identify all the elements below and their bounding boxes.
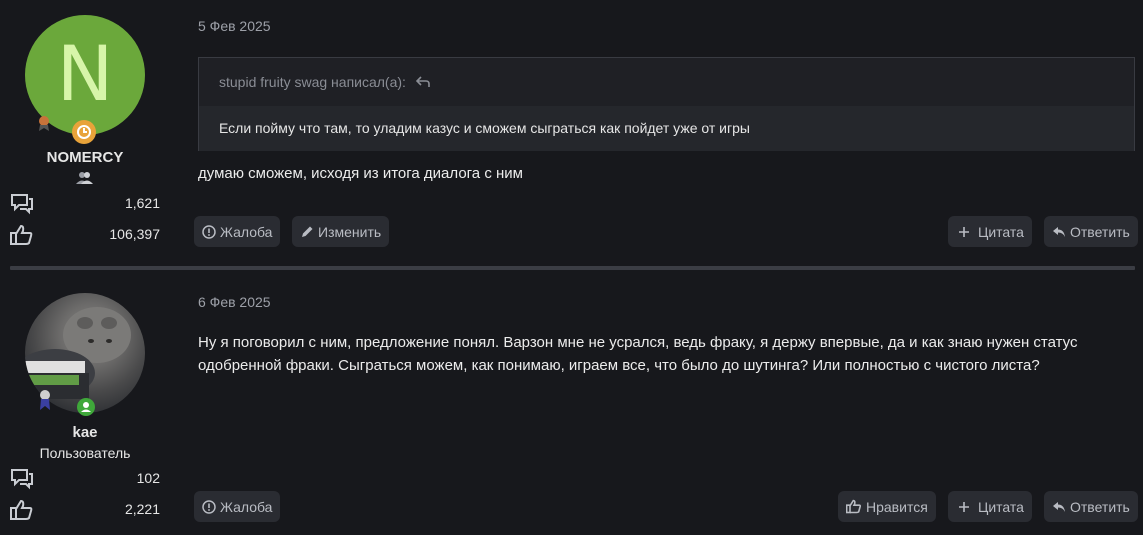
reply-button[interactable]: Ответить [1044, 216, 1138, 247]
report-button[interactable]: Жалоба [194, 216, 281, 247]
post-nomercy: N NOMERCY 1,621 106,397 5 Фев 2025 stupi… [0, 0, 1143, 262]
message-body: думаю сможем, исходя из итога диалога с … [198, 165, 523, 182]
quote-header[interactable]: stupid fruity swag написал(а): [199, 58, 1134, 106]
award-badge-icon[interactable] [36, 114, 52, 132]
edit-button[interactable]: Изменить [292, 216, 390, 247]
messages-count: 1,621 [124, 195, 160, 211]
avatar-letter: N [56, 29, 114, 118]
reactions-count: 2,221 [124, 501, 160, 517]
messages-stat: 1,621 [10, 193, 160, 215]
username[interactable]: NOMERCY [0, 149, 170, 166]
reactions-count: 106,397 [109, 226, 160, 242]
quote-button[interactable]: Цитата [948, 216, 1032, 247]
post-kae: kae Пользователь 102 2,221 6 Фев 2025 Ну… [0, 276, 1143, 535]
messages-icon [10, 468, 34, 493]
thumbs-up-icon [10, 499, 34, 524]
post-date[interactable]: 6 Фев 2025 [198, 294, 271, 310]
report-label: Жалоба [220, 223, 273, 240]
group-icon [76, 171, 93, 190]
message-body: Ну я поговорил с ним, предложение понял.… [198, 334, 1078, 374]
award-badge-icon[interactable] [37, 389, 53, 411]
report-icon [202, 224, 216, 239]
plus-icon [959, 226, 969, 237]
report-icon [202, 499, 216, 514]
rank-badge-icon[interactable] [72, 120, 96, 144]
plus-icon [959, 501, 969, 512]
thumbs-up-icon [846, 499, 862, 514]
reply-button[interactable]: Ответить [1044, 491, 1138, 522]
reply-label: Ответить [1070, 498, 1130, 515]
like-button[interactable]: Нравится [838, 491, 936, 522]
report-label: Жалоба [220, 498, 273, 515]
jump-to-quote-icon[interactable] [415, 75, 430, 91]
post-divider [10, 266, 1135, 270]
post-date[interactable]: 5 Фев 2025 [198, 18, 271, 34]
reactions-stat: 2,221 [10, 499, 160, 521]
like-label: Нравится [866, 498, 928, 515]
quote-label: Цитата [978, 223, 1024, 240]
report-button[interactable]: Жалоба [194, 491, 281, 522]
reply-label: Ответить [1070, 223, 1130, 240]
username[interactable]: kae [0, 424, 170, 441]
pencil-icon [302, 226, 313, 237]
edit-label: Изменить [318, 223, 382, 240]
reply-icon [1053, 501, 1065, 512]
quote-text: Если пойму что там, то уладим казус и см… [199, 106, 1134, 151]
quote-author: stupid fruity swag написал(а): [219, 74, 406, 90]
rank-badge-icon[interactable] [77, 398, 95, 416]
quote-button[interactable]: Цитата [948, 491, 1032, 522]
messages-count: 102 [136, 470, 160, 486]
quote-label: Цитата [978, 498, 1024, 515]
quote-block: stupid fruity swag написал(а): Если пойм… [198, 57, 1135, 151]
messages-icon [10, 193, 34, 218]
user-title: Пользователь [39, 445, 131, 461]
thumbs-up-icon [10, 224, 34, 249]
reply-icon [1053, 226, 1065, 237]
messages-stat: 102 [10, 468, 160, 490]
reactions-stat: 106,397 [10, 224, 160, 246]
